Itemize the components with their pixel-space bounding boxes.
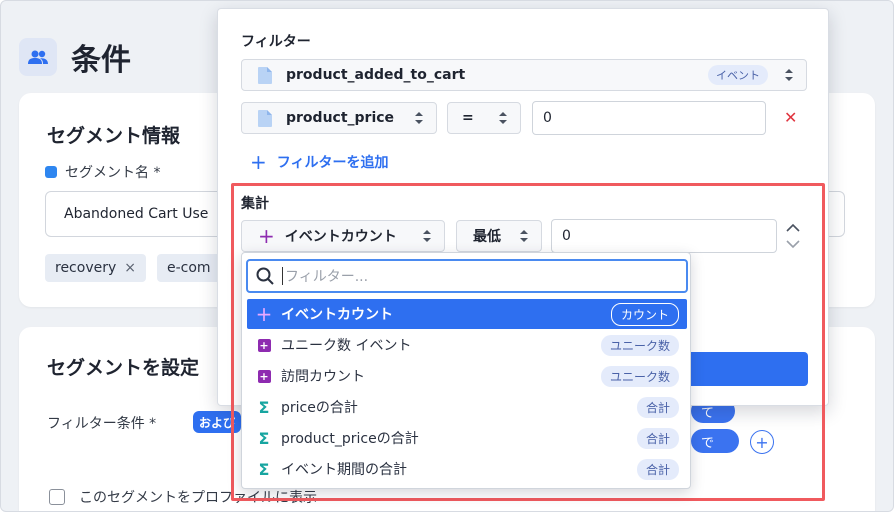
operator-select[interactable]: = <box>447 102 521 134</box>
condition-pill[interactable]: で <box>691 429 739 453</box>
sigma-icon: Σ <box>258 459 270 479</box>
unique-square-icon: + <box>257 338 271 352</box>
segment-name-label: セグメント名 * <box>45 162 160 182</box>
add-filter-label: フィルターを追加 <box>276 155 389 171</box>
plus-icon: + <box>258 224 275 248</box>
event-select-value: product_added_to_cart <box>286 67 466 83</box>
property-select-value: product_price <box>286 110 395 126</box>
updown-icon <box>785 69 793 81</box>
aggregate-select-value: イベントカウント <box>284 229 397 245</box>
sigma-icon: Σ <box>258 397 270 417</box>
page-title: 条件 <box>71 43 131 78</box>
tag-remove-icon[interactable]: × <box>124 260 136 276</box>
operator-select-value: = <box>462 110 474 126</box>
add-condition-button[interactable]: + <box>750 430 774 454</box>
dropdown-item-price-sum[interactable]: Σ priceの合計 合計 <box>247 392 687 422</box>
aggregate-value-input[interactable]: 0 <box>551 219 777 253</box>
dropdown-item-unique-events[interactable]: + ユニーク数 イベント ユニーク数 <box>247 330 687 360</box>
event-type-badge: イベント <box>708 65 768 85</box>
segment-info-title: セグメント情報 <box>47 125 181 147</box>
tag-label: e-com <box>167 260 211 276</box>
filter-value-input[interactable]: 0 <box>532 101 766 135</box>
label-marker-icon <box>45 166 57 178</box>
dropdown-item-label: priceの合計 <box>281 400 358 416</box>
filter-condition-label: フィルター条件 * <box>47 416 157 432</box>
app-frame: 条件 セグメント情報 セグメント名 * Abandoned Cart Use r… <box>0 0 894 512</box>
aggregate-select[interactable]: + イベントカウント <box>241 220 445 252</box>
updown-icon <box>423 230 431 242</box>
dropdown-item-label: イベントカウント <box>281 307 393 323</box>
add-filter-button[interactable]: + フィルターを追加 <box>250 150 389 174</box>
sigma-icon: Σ <box>258 428 270 448</box>
dropdown-item-event-duration-sum[interactable]: Σ イベント期間の合計 合計 <box>247 454 687 484</box>
segment-name-label-text: セグメント名 * <box>65 165 161 181</box>
aggregate-section-label: 集計 <box>241 196 269 212</box>
dropdown-item-label: ユニーク数 イベント <box>281 338 412 354</box>
search-placeholder: フィルター... <box>285 269 369 285</box>
plus-icon: + <box>250 150 267 174</box>
unique-square-icon: + <box>257 369 271 383</box>
dropdown-item-badge: ユニーク数 <box>600 334 679 356</box>
show-on-profile-label: このセグメントをプロファイルに表示 <box>79 490 317 506</box>
dropdown-search[interactable]: フィルター... <box>246 259 688 293</box>
dropdown-item-event-count[interactable]: + イベントカウント カウント <box>247 299 687 329</box>
property-select[interactable]: product_price <box>241 102 437 134</box>
updown-icon <box>415 112 423 124</box>
search-icon <box>256 267 274 285</box>
plus-icon: + <box>255 302 273 326</box>
updown-icon <box>499 112 507 124</box>
remove-filter-icon[interactable]: ✕ <box>784 108 797 127</box>
and-operator-pill[interactable]: および <box>193 411 242 433</box>
min-select-value: 最低 <box>473 229 501 245</box>
dropdown-item-badge: 合計 <box>636 427 679 449</box>
text-caret <box>282 267 283 285</box>
users-icon <box>19 38 57 76</box>
document-icon <box>258 66 272 84</box>
min-select[interactable]: 最低 <box>456 220 542 252</box>
show-on-profile-checkbox[interactable] <box>49 489 65 505</box>
dropdown-item-badge: 合計 <box>636 396 679 418</box>
show-on-profile-row[interactable]: このセグメントをプロファイルに表示 <box>49 487 317 507</box>
dropdown-item-badge: カウント <box>610 302 679 326</box>
tag-label: recovery <box>55 260 117 276</box>
filter-section-label: フィルター <box>241 34 311 50</box>
aggregate-dropdown: フィルター... + イベントカウント カウント + ユニーク数 イベント ユニ… <box>241 252 691 489</box>
dropdown-item-badge: 合計 <box>636 458 679 480</box>
updown-icon <box>520 230 528 242</box>
dropdown-item-product-price-sum[interactable]: Σ product_priceの合計 合計 <box>247 423 687 453</box>
page-header: 条件 <box>19 35 131 79</box>
tag-chip-recovery: recovery × <box>45 254 146 282</box>
dropdown-item-visit-count[interactable]: + 訪問カウント ユニーク数 <box>247 361 687 391</box>
dropdown-item-label: product_priceの合計 <box>281 431 419 447</box>
dropdown-item-badge: ユニーク数 <box>600 365 679 387</box>
event-select[interactable]: product_added_to_cart イベント <box>241 59 807 91</box>
document-icon <box>258 109 272 127</box>
number-spinner-icon[interactable] <box>780 221 806 251</box>
segment-settings-title: セグメントを設定 <box>47 357 200 379</box>
dropdown-item-label: イベント期間の合計 <box>281 462 407 478</box>
dropdown-item-label: 訪問カウント <box>281 369 365 385</box>
